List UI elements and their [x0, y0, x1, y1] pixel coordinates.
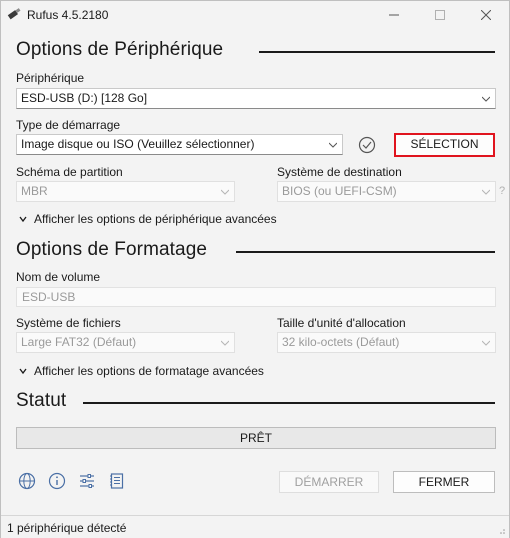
start-button[interactable]: DÉMARRER — [279, 471, 379, 493]
device-value: ESD-USB (D:) [128 Go] — [21, 91, 148, 105]
target-system-select[interactable]: BIOS (ou UEFI-CSM) — [277, 181, 496, 202]
close-icon — [481, 10, 491, 20]
filesystem-select[interactable]: Large FAT32 (Défaut) — [16, 332, 235, 353]
device-advanced-toggle[interactable]: Afficher les options de périphérique ava… — [19, 212, 277, 226]
resize-grip-icon[interactable] — [496, 525, 506, 535]
window-title: Rufus 4.5.2180 — [27, 8, 109, 22]
section-title-status: Statut — [16, 390, 67, 411]
partition-scheme-value: MBR — [21, 184, 48, 198]
device-select[interactable]: ESD-USB (D:) [128 Go] — [16, 88, 496, 109]
format-advanced-toggle[interactable]: Afficher les options de formatage avancé… — [19, 364, 264, 378]
chevron-down-icon — [221, 189, 229, 195]
target-system-value: BIOS (ou UEFI-CSM) — [282, 184, 397, 198]
volume-name-label: Nom de volume — [16, 270, 101, 284]
maximize-icon — [435, 10, 445, 20]
cluster-size-select[interactable]: 32 kilo-octets (Défaut) — [277, 332, 496, 353]
target-system-label: Système de destination — [277, 165, 402, 179]
settings-sliders-icon[interactable] — [78, 472, 96, 490]
usb-drive-icon — [7, 8, 21, 20]
rufus-window: Rufus 4.5.2180 Options de Périphérique P… — [0, 0, 510, 538]
device-count-text: 1 périphérique détecté — [7, 521, 127, 535]
partition-scheme-select[interactable]: MBR — [16, 181, 235, 202]
device-label: Périphérique — [16, 71, 85, 85]
boot-type-value: Image disque ou ISO (Veuillez sélectionn… — [21, 137, 255, 151]
help-icon[interactable]: ? — [499, 185, 505, 197]
format-advanced-label: Afficher les options de formatage avancé… — [34, 364, 264, 378]
chevron-down-icon — [482, 96, 490, 102]
title-bar: Rufus 4.5.2180 — [1, 1, 509, 29]
close-button[interactable]: FERMER — [393, 471, 495, 493]
chevron-down-icon — [482, 340, 490, 346]
log-icon[interactable] — [108, 472, 126, 490]
chevron-down-icon — [19, 216, 27, 223]
filesystem-label: Système de fichiers — [16, 316, 121, 330]
cluster-size-label: Taille d'unité d'allocation — [277, 316, 406, 330]
section-divider — [259, 51, 495, 53]
section-divider — [83, 402, 495, 404]
device-advanced-label: Afficher les options de périphérique ava… — [34, 212, 277, 226]
boot-type-select[interactable]: Image disque ou ISO (Veuillez sélectionn… — [16, 134, 343, 155]
section-divider — [236, 251, 495, 253]
chevron-down-icon — [19, 368, 27, 375]
volume-name-input[interactable]: ESD-USB — [16, 287, 496, 307]
status-bar: 1 périphérique détecté — [1, 515, 509, 538]
close-window-button[interactable] — [463, 1, 509, 29]
verify-checksum-icon[interactable] — [358, 136, 376, 154]
boot-type-label: Type de démarrage — [16, 118, 121, 132]
chevron-down-icon — [482, 189, 490, 195]
partition-scheme-label: Schéma de partition — [16, 165, 123, 179]
language-globe-icon[interactable] — [18, 472, 36, 490]
filesystem-value: Large FAT32 (Défaut) — [21, 335, 137, 349]
section-title-device: Options de Périphérique — [16, 39, 224, 60]
maximize-button[interactable] — [417, 1, 463, 29]
select-image-button[interactable]: SÉLECTION — [394, 133, 495, 157]
minimize-button[interactable] — [371, 1, 417, 29]
cluster-size-value: 32 kilo-octets (Défaut) — [282, 335, 400, 349]
info-icon[interactable] — [48, 472, 66, 490]
status-progress-bar: PRÊT — [16, 427, 496, 449]
section-title-format: Options de Formatage — [16, 239, 208, 260]
minimize-icon — [389, 14, 399, 16]
chevron-down-icon — [221, 340, 229, 346]
chevron-down-icon — [329, 142, 337, 148]
